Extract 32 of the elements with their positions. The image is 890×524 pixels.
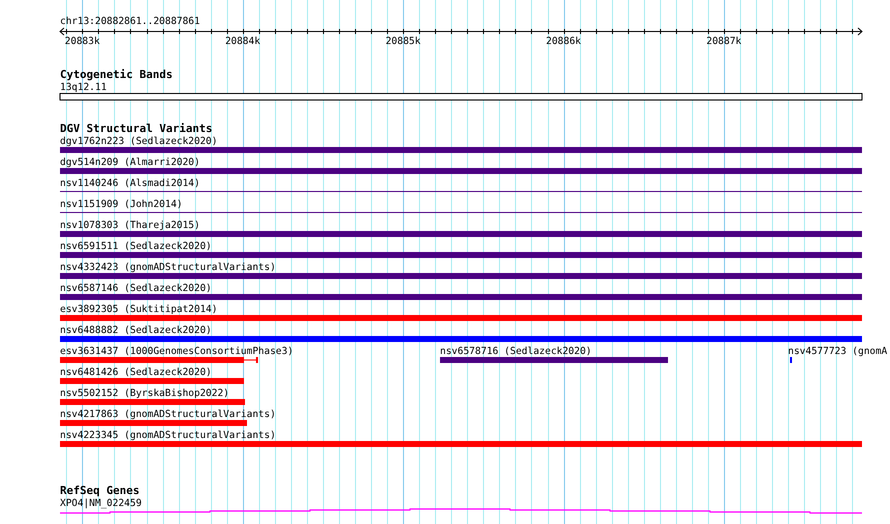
- location-label: chr13:20882861..20887861: [60, 16, 200, 27]
- track-title: Cytogenetic Bands: [60, 68, 173, 81]
- gene-label: XPO4|NM_022459: [60, 498, 142, 509]
- variant-label: nsv1140246 (Alsmadi2014): [60, 178, 200, 189]
- variant-label: esv3892305 (Suktitipat2014): [60, 304, 218, 315]
- variant-label: nsv4577723 (gnomA: [788, 346, 888, 357]
- variant-label: nsv6587146 (Sedlazeck2020): [60, 283, 212, 294]
- variant-bar[interactable]: [60, 357, 258, 363]
- variant-label: nsv6481426 (Sedlazeck2020): [60, 367, 212, 378]
- variant-label: nsv4223345 (gnomADStructuralVariants): [60, 430, 276, 441]
- variant-label: nsv6591511 (Sedlazeck2020): [60, 241, 212, 252]
- band-label: 13q12.11: [60, 82, 107, 93]
- variant-label: nsv1078303 (Thareja2015): [60, 220, 200, 231]
- variant-label: nsv6578716 (Sedlazeck2020): [440, 346, 592, 357]
- variant-label: nsv5502152 (ByrskaBishop2022): [60, 388, 230, 399]
- variant-line[interactable]: [60, 191, 862, 192]
- variant-label: esv3631437 (1000GenomesConsortiumPhase3): [60, 346, 294, 357]
- variant-label: nsv4332423 (gnomADStructuralVariants): [60, 262, 276, 273]
- variant-label: dgv1762n223 (Sedlazeck2020): [60, 136, 218, 147]
- track-title: RefSeq Genes: [60, 484, 140, 497]
- tick-label: 20885k: [386, 36, 421, 47]
- variant-label: nsv1151909 (John2014): [60, 199, 182, 210]
- gene-model-line[interactable]: [60, 508, 862, 514]
- variant-label: nsv6488882 (Sedlazeck2020): [60, 325, 212, 336]
- variant-line[interactable]: [60, 212, 862, 213]
- track-title: DGV Structural Variants: [60, 122, 212, 135]
- variant-label: dgv514n209 (Almarri2020): [60, 157, 200, 168]
- tick-label: 20887k: [706, 36, 742, 47]
- tick-label: 20884k: [225, 36, 260, 47]
- variant-label: nsv4217863 (gnomADStructuralVariants): [60, 409, 276, 420]
- tick-label: 20886k: [546, 36, 581, 47]
- tick-label: 20883k: [64, 36, 100, 47]
